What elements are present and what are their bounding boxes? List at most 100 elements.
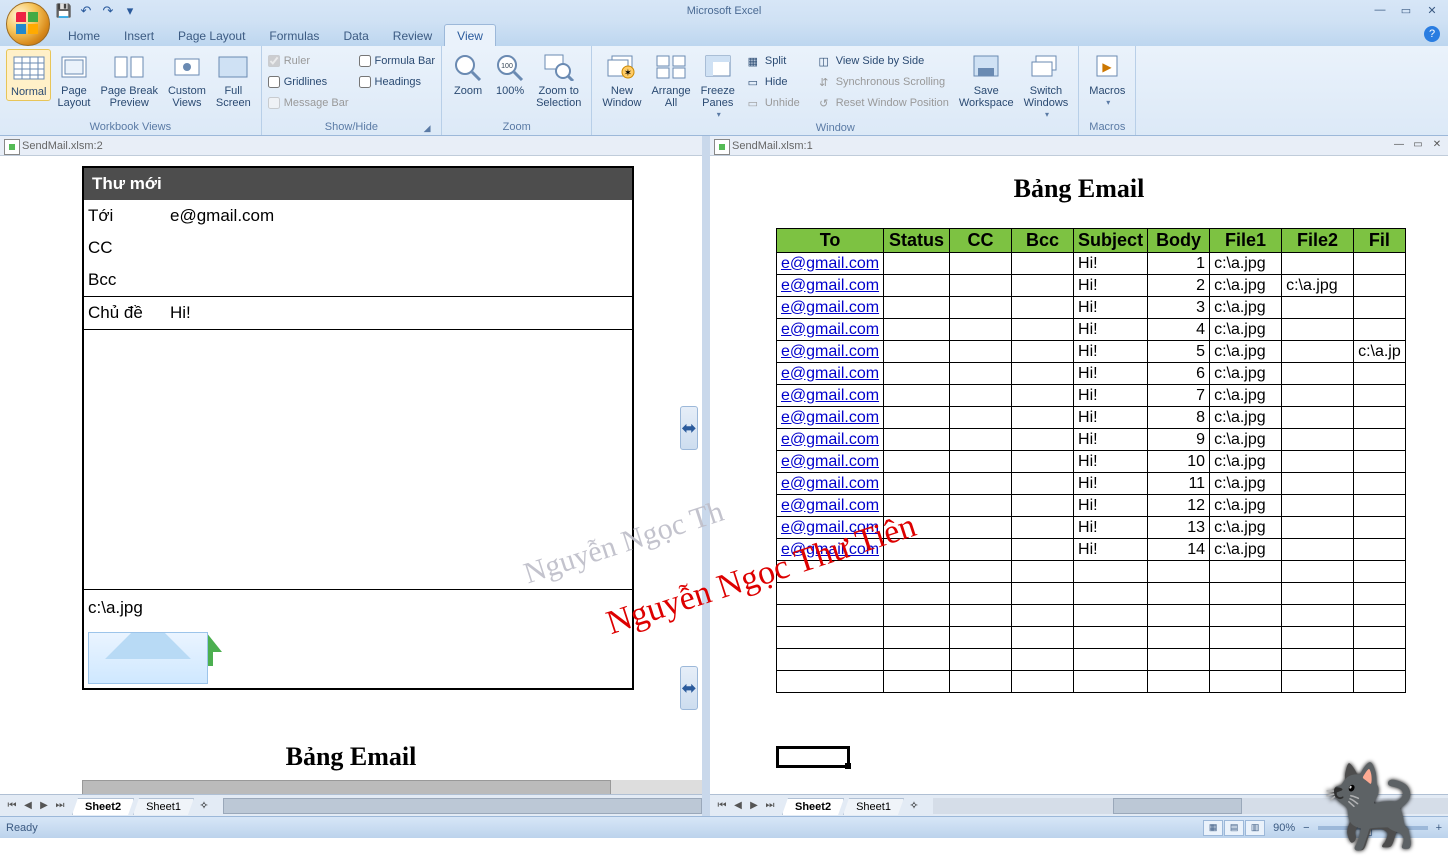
table-row[interactable]: e@gmail.comHi!6c:\a.jpg xyxy=(777,363,1406,385)
hide-button[interactable]: ▭Hide xyxy=(741,72,804,92)
tab-nav-prev-r[interactable]: ◀ xyxy=(730,798,746,814)
email-link[interactable]: e@gmail.com xyxy=(781,343,879,360)
table-header[interactable]: To xyxy=(777,229,884,253)
email-link[interactable]: e@gmail.com xyxy=(781,299,879,316)
close-button[interactable]: ✕ xyxy=(1420,2,1444,18)
email-link[interactable]: e@gmail.com xyxy=(781,475,879,492)
view-page-layout-icon[interactable]: ▤ xyxy=(1224,820,1244,836)
save-icon[interactable]: 💾 xyxy=(56,3,72,19)
table-header[interactable]: CC xyxy=(950,229,1012,253)
switch-windows-button[interactable]: Switch Windows xyxy=(1020,49,1073,122)
redo-icon[interactable]: ↷ xyxy=(100,3,116,19)
ruler-checkbox[interactable]: Ruler xyxy=(268,51,349,71)
table-row[interactable]: e@gmail.comHi!5c:\a.jpgc:\a.jp xyxy=(777,341,1406,363)
tab-review[interactable]: Review xyxy=(381,25,444,46)
subject-value[interactable]: Hi! xyxy=(170,303,191,323)
tab-nav-first-r[interactable]: ⏮ xyxy=(714,798,730,814)
table-row[interactable] xyxy=(777,605,1406,627)
table-header[interactable]: Fil xyxy=(1354,229,1406,253)
table-row[interactable]: e@gmail.comHi!2c:\a.jpgc:\a.jpg xyxy=(777,275,1406,297)
tab-page-layout[interactable]: Page Layout xyxy=(166,25,257,46)
view-normal-icon[interactable]: ▦ xyxy=(1203,820,1223,836)
to-value[interactable]: e@gmail.com xyxy=(170,206,274,226)
sheet-tab-sheet2-left[interactable]: Sheet2 xyxy=(72,798,134,815)
table-row[interactable]: e@gmail.comHi!4c:\a.jpg xyxy=(777,319,1406,341)
email-table[interactable]: ToStatusCCBccSubjectBodyFile1File2File@g… xyxy=(776,228,1406,693)
mail-body-field[interactable] xyxy=(84,329,632,589)
table-row[interactable] xyxy=(777,649,1406,671)
view-side-by-side-button[interactable]: ◫View Side by Side xyxy=(812,51,953,71)
pane-close-button[interactable]: ✕ xyxy=(1428,137,1446,152)
tab-nav-first[interactable]: ⏮ xyxy=(4,798,20,814)
zoom-to-selection-button[interactable]: Zoom to Selection xyxy=(532,49,585,111)
new-sheet-button-left[interactable]: ✧ xyxy=(193,798,215,814)
table-row[interactable]: e@gmail.comHi!9c:\a.jpg xyxy=(777,429,1406,451)
email-link[interactable]: e@gmail.com xyxy=(781,365,879,382)
table-row[interactable]: e@gmail.comHi!8c:\a.jpg xyxy=(777,407,1406,429)
zoom-level[interactable]: 90% xyxy=(1273,822,1295,834)
minimize-button[interactable]: — xyxy=(1368,2,1392,18)
office-button[interactable] xyxy=(6,2,50,46)
tab-insert[interactable]: Insert xyxy=(112,25,166,46)
custom-views-button[interactable]: Custom Views xyxy=(164,49,210,111)
restore-button[interactable]: ▭ xyxy=(1394,2,1418,18)
table-header[interactable]: File2 xyxy=(1282,229,1354,253)
table-row[interactable]: e@gmail.comHi!12c:\a.jpg xyxy=(777,495,1406,517)
table-row[interactable] xyxy=(777,561,1406,583)
table-row[interactable]: e@gmail.comHi!1c:\a.jpg xyxy=(777,253,1406,275)
table-row[interactable]: e@gmail.comHi!14c:\a.jpg xyxy=(777,539,1406,561)
reset-window-position-button[interactable]: ↺Reset Window Position xyxy=(812,93,953,113)
new-window-button[interactable]: ✶ New Window xyxy=(598,49,645,111)
tab-nav-last[interactable]: ⏭ xyxy=(52,798,68,814)
gridlines-checkbox[interactable]: Gridlines xyxy=(268,72,349,92)
page-layout-button[interactable]: Page Layout xyxy=(53,49,94,111)
headings-checkbox[interactable]: Headings xyxy=(359,72,436,92)
unhide-button[interactable]: ▭Unhide xyxy=(741,93,804,113)
tab-nav-prev[interactable]: ◀ xyxy=(20,798,36,814)
qat-customize-icon[interactable]: ▾ xyxy=(122,3,138,19)
zoom-in-button[interactable]: + xyxy=(1436,822,1442,834)
page-break-preview-button[interactable]: Page Break Preview xyxy=(96,49,161,111)
zoom-100-button[interactable]: 100 100% xyxy=(490,49,530,99)
email-link[interactable]: e@gmail.com xyxy=(781,255,879,272)
table-header[interactable]: Subject xyxy=(1074,229,1148,253)
table-header[interactable]: Bcc xyxy=(1012,229,1074,253)
email-link[interactable]: e@gmail.com xyxy=(781,431,879,448)
split-button[interactable]: ▦Split xyxy=(741,51,804,71)
pane-minimize-button[interactable]: — xyxy=(1390,137,1408,152)
table-row[interactable] xyxy=(777,671,1406,693)
sheet-tab-sheet2-right[interactable]: Sheet2 xyxy=(782,798,844,815)
undo-icon[interactable]: ↶ xyxy=(78,3,94,19)
compare-handle-bottom[interactable]: ⬌ xyxy=(680,666,698,710)
horizontal-scrollbar-right[interactable] xyxy=(933,798,1448,814)
tab-home[interactable]: Home xyxy=(56,25,112,46)
horizontal-scrollbar-left[interactable] xyxy=(223,798,702,814)
zoom-out-button[interactable]: − xyxy=(1303,822,1309,834)
table-row[interactable] xyxy=(777,583,1406,605)
email-link[interactable]: e@gmail.com xyxy=(781,409,879,426)
tab-view[interactable]: View xyxy=(444,24,496,46)
table-header[interactable]: Status xyxy=(884,229,950,253)
sheet-body-right[interactable]: Bảng Email ToStatusCCBccSubjectBodyFile1… xyxy=(710,156,1448,794)
formula-bar-checkbox[interactable]: Formula Bar xyxy=(359,51,436,71)
email-link[interactable]: e@gmail.com xyxy=(781,541,879,558)
table-row[interactable] xyxy=(777,627,1406,649)
tab-nav-next[interactable]: ▶ xyxy=(36,798,52,814)
freeze-panes-button[interactable]: Freeze Panes xyxy=(697,49,739,122)
send-mail-button[interactable] xyxy=(88,624,218,684)
email-link[interactable]: e@gmail.com xyxy=(781,387,879,404)
email-link[interactable]: e@gmail.com xyxy=(781,321,879,338)
horizontal-scrollbar-left-inner[interactable] xyxy=(82,780,702,794)
table-row[interactable]: e@gmail.comHi!11c:\a.jpg xyxy=(777,473,1406,495)
zoom-slider[interactable] xyxy=(1318,826,1428,830)
tab-formulas[interactable]: Formulas xyxy=(257,25,331,46)
zoom-button[interactable]: Zoom xyxy=(448,49,488,99)
normal-view-button[interactable]: Normal xyxy=(6,49,51,101)
table-header[interactable]: File1 xyxy=(1210,229,1282,253)
help-icon[interactable]: ? xyxy=(1424,26,1440,42)
email-link[interactable]: e@gmail.com xyxy=(781,277,879,294)
email-link[interactable]: e@gmail.com xyxy=(781,519,879,536)
show-hide-launcher[interactable]: ◢ xyxy=(421,122,433,134)
new-sheet-button-right[interactable]: ✧ xyxy=(903,798,925,814)
sheet-tab-sheet1-left[interactable]: Sheet1 xyxy=(133,798,194,815)
